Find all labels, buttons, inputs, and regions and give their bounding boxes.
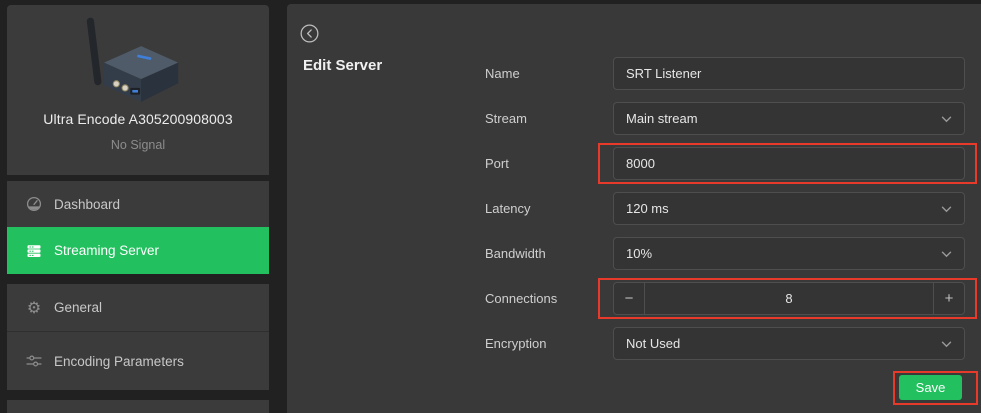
back-arrow-icon [300, 31, 319, 46]
back-button[interactable] [299, 24, 319, 44]
dashboard-gauge-icon [25, 195, 43, 213]
name-field [613, 57, 965, 90]
device-card: Ultra Encode A305200908003 No Signal [7, 5, 269, 175]
connections-stepper: −8+ [613, 282, 965, 315]
field-label-connections: Connections [485, 282, 557, 315]
stream-select[interactable]: Main stream [613, 102, 965, 135]
sidebar-item-label: Streaming Server [54, 243, 159, 258]
device-signal-status: No Signal [7, 138, 269, 152]
device-image [7, 9, 269, 107]
edit-server-panel: Edit Server Name Stream Main stream Port Lat… [287, 4, 981, 413]
field-label-encryption: Encryption [485, 327, 546, 360]
bandwidth-select[interactable]: 10% [613, 237, 965, 270]
chevron-down-icon [941, 336, 952, 351]
stream-selected-value: Main stream [614, 111, 941, 126]
field-label-stream: Stream [485, 102, 527, 135]
sliders-icon [25, 352, 43, 370]
connections-value[interactable]: 8 [645, 291, 933, 306]
field-label-bandwidth: Bandwidth [485, 237, 546, 270]
sidebar-item-label: Encoding Parameters [54, 354, 184, 369]
sidebar-item-streaming-server[interactable]: Streaming Server [7, 227, 269, 274]
increment-button[interactable]: + [933, 283, 964, 314]
save-button[interactable]: Save [899, 375, 962, 400]
gear-icon: ⚙ [25, 299, 43, 317]
sidebar-item-encoding-parameters[interactable]: Encoding Parameters [7, 331, 269, 390]
streaming-server-icon [25, 242, 43, 260]
sidebar-item-dashboard[interactable]: Dashboard [7, 181, 269, 227]
device-name: Ultra Encode A305200908003 [7, 111, 269, 127]
name-input[interactable] [614, 58, 964, 89]
encryption-selected-value: Not Used [614, 336, 941, 351]
sidebar-item-partial[interactable] [7, 400, 269, 413]
bandwidth-selected-value: 10% [614, 246, 941, 261]
page-title: Edit Server [303, 57, 382, 74]
app-window: Ultra Encode A305200908003 No Signal Das… [0, 0, 981, 413]
sidebar-item-general[interactable]: ⚙ General [7, 284, 269, 331]
chevron-down-icon [941, 246, 952, 261]
encryption-select[interactable]: Not Used [613, 327, 965, 360]
port-input[interactable] [614, 148, 964, 179]
sidebar-item-label: General [54, 300, 102, 315]
latency-select[interactable]: 120 ms [613, 192, 965, 225]
field-label-name: Name [485, 57, 520, 90]
field-label-latency: Latency [485, 192, 531, 225]
port-field [613, 147, 965, 180]
latency-selected-value: 120 ms [614, 201, 941, 216]
field-label-port: Port [485, 147, 509, 180]
decrement-button[interactable]: − [614, 283, 645, 314]
chevron-down-icon [941, 201, 952, 216]
sidebar-item-label: Dashboard [54, 197, 120, 212]
chevron-down-icon [941, 111, 952, 126]
